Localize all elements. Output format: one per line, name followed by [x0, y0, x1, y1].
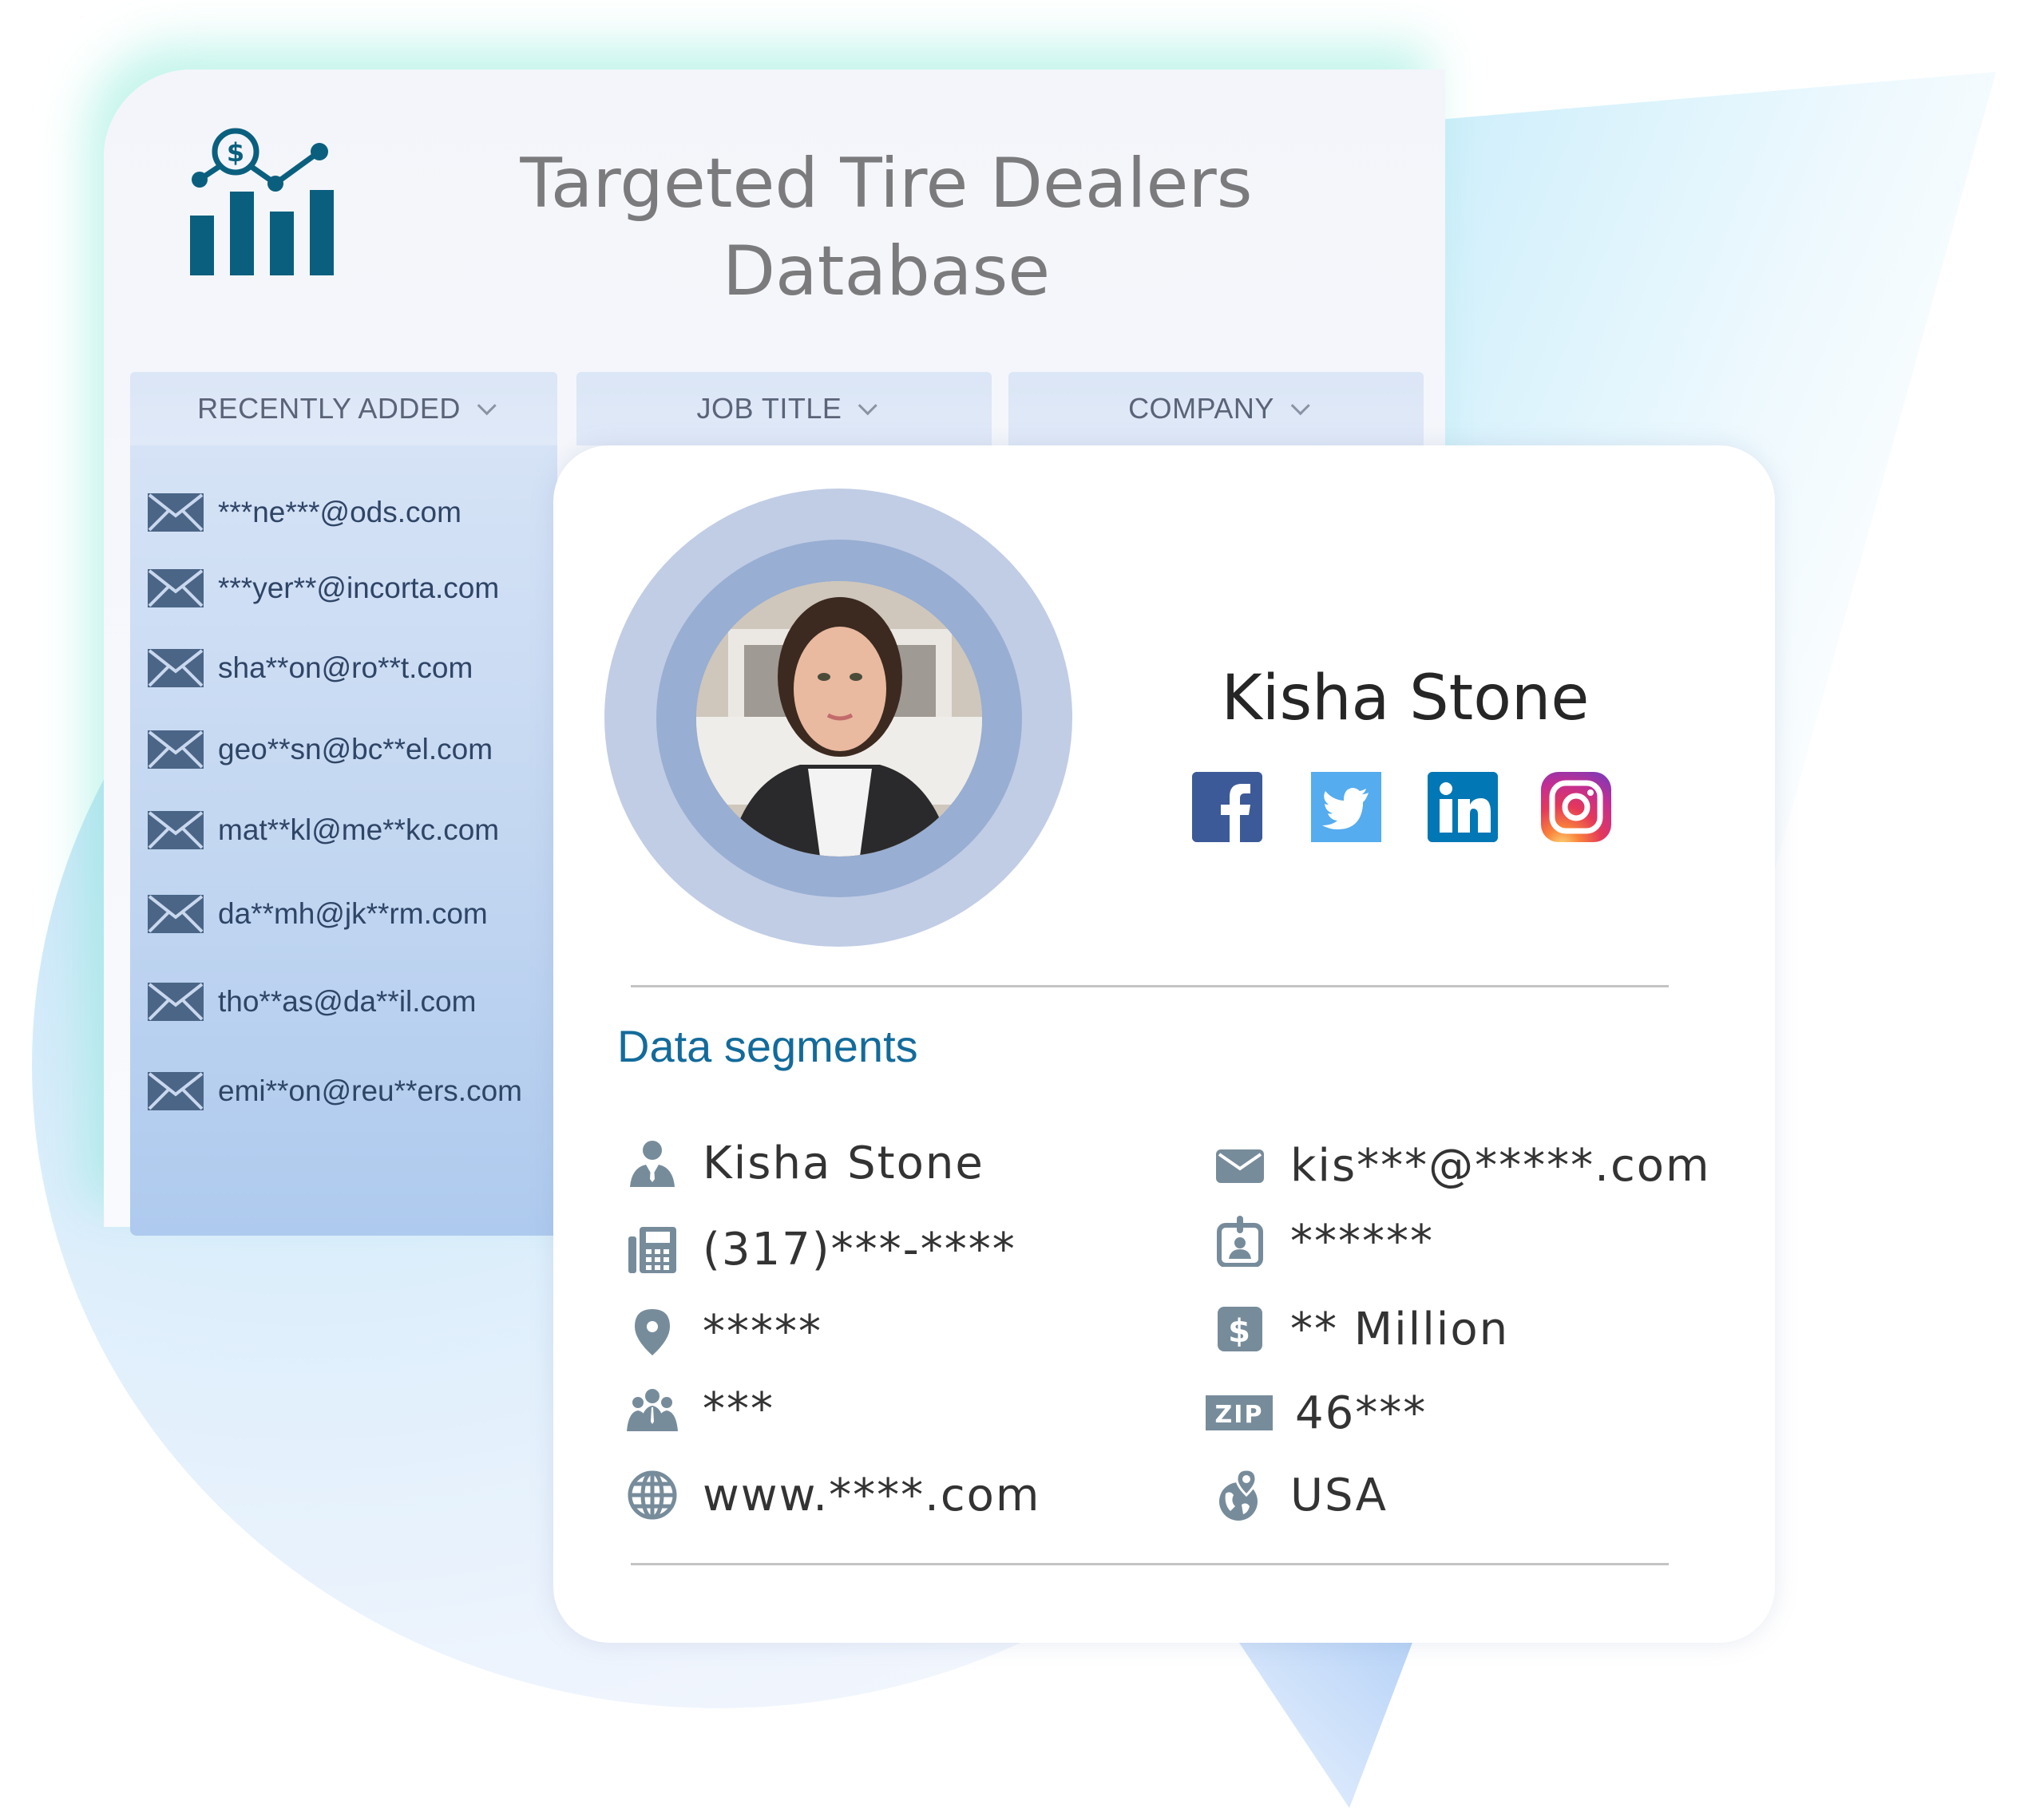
email-text: ***yer**@incorta.com	[218, 572, 500, 604]
segment-zip: ZIP 46***	[1206, 1385, 1427, 1441]
email-text: geo**sn@bc**el.com	[218, 733, 493, 766]
title-line-2: Database	[722, 231, 1051, 311]
email-text: da**mh@jk**rm.com	[218, 897, 488, 930]
avatar	[696, 581, 982, 857]
list-item[interactable]: ***yer**@incorta.com	[148, 569, 499, 607]
list-item[interactable]: ***ne***@ods.com	[148, 493, 461, 532]
tab-label: COMPANY	[1128, 392, 1274, 425]
tab-label: JOB TITLE	[696, 392, 842, 425]
twitter-icon[interactable]	[1311, 772, 1381, 842]
segment-value: USA	[1290, 1469, 1388, 1521]
tab-company[interactable]: COMPANY	[1008, 372, 1424, 445]
list-item[interactable]: geo**sn@bc**el.com	[148, 730, 493, 769]
envelope-icon	[148, 730, 204, 769]
email-text: mat**kl@me**kc.com	[218, 813, 500, 846]
instagram-icon[interactable]	[1541, 772, 1611, 842]
segment-value: ** Million	[1290, 1303, 1510, 1355]
recently-added-list: ***ne***@ods.com ***yer**@incorta.com sh…	[130, 445, 557, 1236]
segment-revenue: $ ** Million	[1212, 1301, 1509, 1357]
svg-text:$: $	[227, 137, 244, 168]
segment-value: ******	[1290, 1215, 1434, 1268]
segment-value: 46***	[1295, 1387, 1428, 1439]
chart-dollar-icon: $	[190, 128, 334, 275]
chevron-down-icon	[477, 395, 497, 415]
person-icon	[624, 1135, 680, 1191]
group-icon	[624, 1381, 680, 1437]
facebook-icon[interactable]	[1192, 772, 1262, 842]
segment-value: *****	[703, 1305, 822, 1358]
segment-website: www.****.com	[624, 1467, 1040, 1523]
email-text: emi**on@reu**ers.com	[218, 1074, 522, 1107]
segment-job-title: ******	[1212, 1213, 1434, 1269]
divider-bottom	[631, 1563, 1669, 1565]
globe-icon	[624, 1467, 680, 1523]
segment-employees: ***	[624, 1381, 774, 1437]
linkedin-icon[interactable]	[1428, 772, 1498, 842]
profile-name: Kisha Stone	[1221, 663, 1590, 734]
data-segments-title: Data segments	[617, 1021, 918, 1071]
list-item[interactable]: da**mh@jk**rm.com	[148, 895, 488, 933]
segment-value: (317)***-****	[703, 1223, 1016, 1276]
id-badge-icon	[1212, 1213, 1268, 1269]
title-line-1: Targeted Tire Dealers	[520, 144, 1253, 224]
phone-icon	[624, 1221, 680, 1277]
segment-value: Kisha Stone	[703, 1137, 984, 1189]
list-item[interactable]: mat**kl@me**kc.com	[148, 811, 499, 849]
segment-name: Kisha Stone	[624, 1135, 984, 1191]
segment-phone: (317)***-****	[624, 1221, 1016, 1277]
list-item[interactable]: sha**on@ro**t.com	[148, 649, 473, 687]
envelope-icon	[148, 1072, 204, 1110]
segment-value: www.****.com	[703, 1469, 1041, 1521]
chevron-down-icon	[1290, 395, 1310, 415]
envelope-icon	[148, 569, 204, 607]
segment-country: USA	[1212, 1467, 1388, 1523]
speech-bubble-tail	[1238, 1640, 1413, 1808]
svg-text:ZIP: ZIP	[1215, 1401, 1264, 1429]
envelope-icon	[148, 895, 204, 933]
segment-value: ***	[703, 1383, 774, 1435]
email-text: ***ne***@ods.com	[218, 496, 461, 528]
envelope-icon	[148, 493, 204, 532]
envelope-icon	[148, 811, 204, 849]
email-text: tho**as@da**il.com	[218, 985, 477, 1018]
list-item[interactable]: tho**as@da**il.com	[148, 983, 476, 1021]
page-title: Targeted Tire Dealers Database	[447, 140, 1325, 315]
segment-value: kis***@*****.com	[1290, 1139, 1711, 1192]
location-pin-icon	[624, 1304, 680, 1359]
dollar-icon: $	[1212, 1301, 1268, 1357]
segment-email: kis***@*****.com	[1212, 1137, 1711, 1193]
tab-label: RECENTLY ADDED	[197, 392, 461, 425]
svg-text:$: $	[1228, 1313, 1252, 1350]
envelope-icon	[148, 649, 204, 687]
list-item[interactable]: emi**on@reu**ers.com	[148, 1072, 522, 1110]
zip-icon: ZIP	[1206, 1385, 1273, 1441]
avatar-photo-illustration	[696, 581, 982, 857]
globe-pin-icon	[1212, 1467, 1268, 1523]
envelope-icon	[1212, 1137, 1268, 1193]
divider-top	[631, 985, 1669, 987]
tab-recently-added[interactable]: RECENTLY ADDED	[130, 372, 557, 445]
envelope-icon	[148, 983, 204, 1021]
email-text: sha**on@ro**t.com	[218, 651, 473, 684]
chevron-down-icon	[858, 395, 878, 415]
segment-location: *****	[624, 1304, 822, 1359]
tab-job-title[interactable]: JOB TITLE	[576, 372, 992, 445]
